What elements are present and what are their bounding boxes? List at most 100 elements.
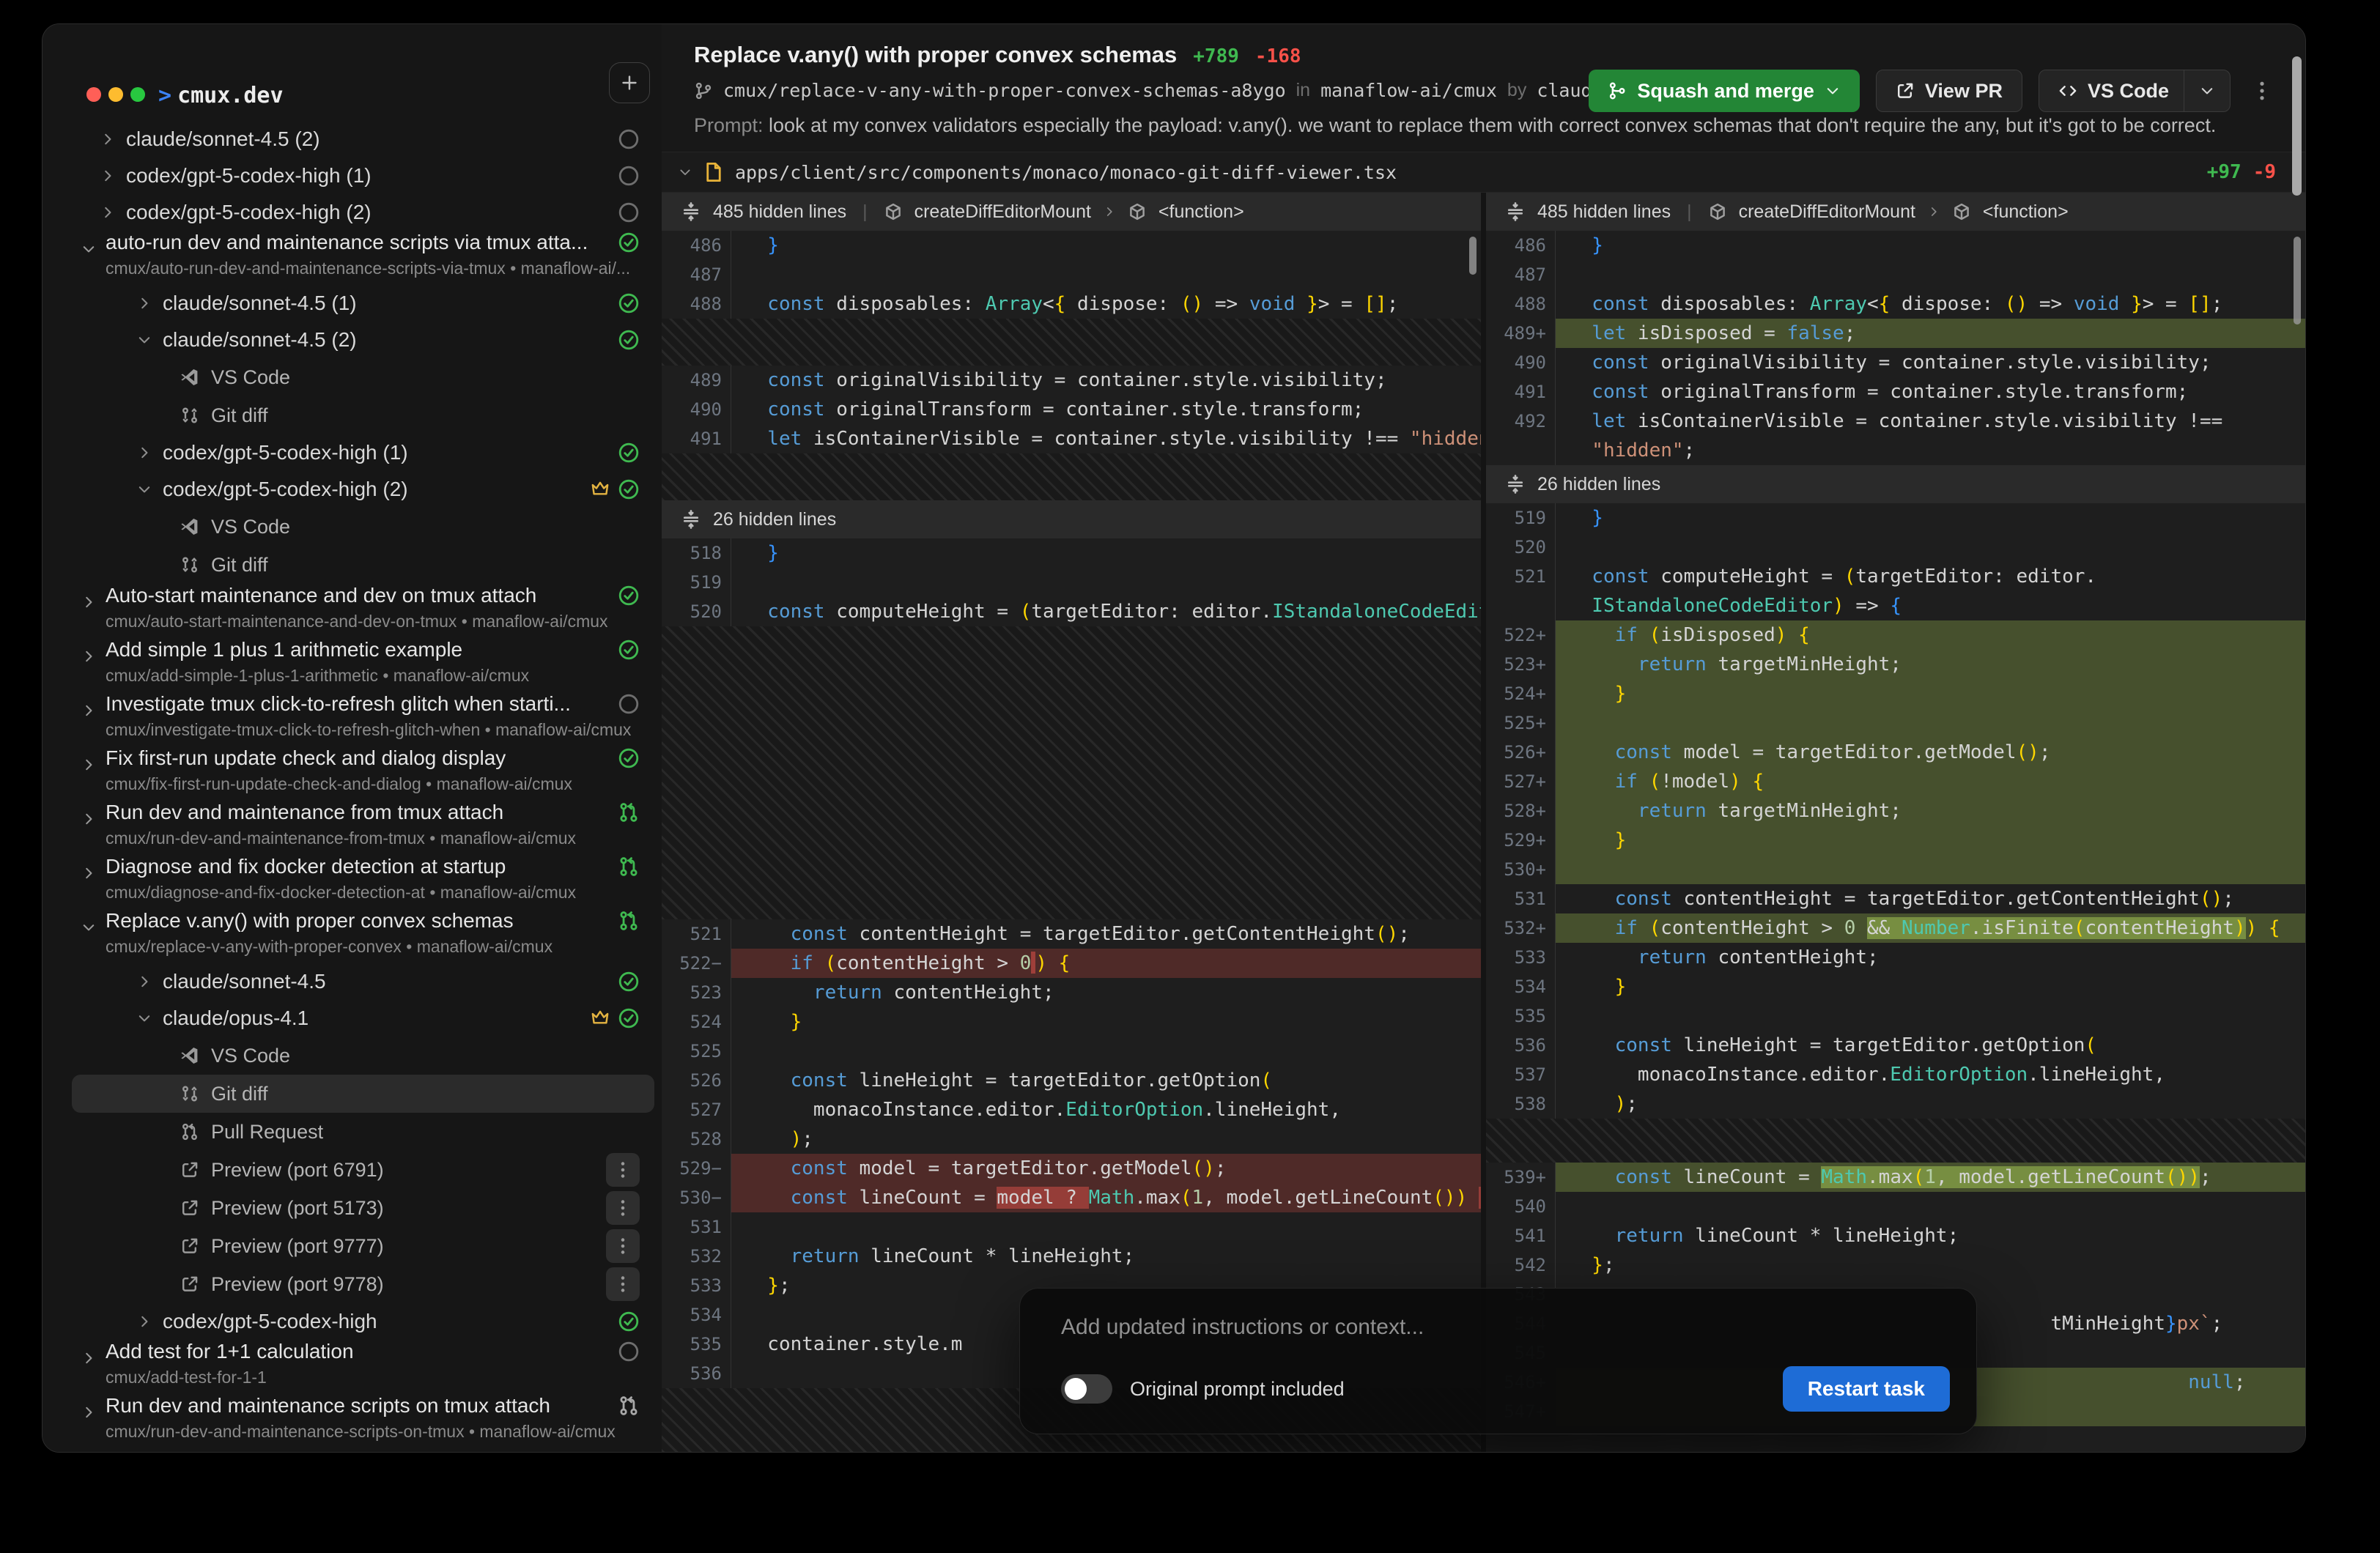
diff-code-line[interactable]: 536 const lineHeight = targetEditor.getO… xyxy=(1486,1031,2305,1060)
diff-code-line[interactable]: 520 const computeHeight = (targetEditor:… xyxy=(662,597,1481,626)
diff-code-line[interactable]: 488 const disposables: Array<{ dispose: … xyxy=(1486,289,2305,319)
diff-code-line[interactable]: 522+ if (isDisposed) { xyxy=(1486,620,2305,650)
diff-code-line[interactable]: 532+ if (contentHeight > 0 && Number.isF… xyxy=(1486,913,2305,943)
diff-code-line[interactable]: 487 xyxy=(662,260,1481,289)
chevron-right-icon[interactable] xyxy=(136,974,152,990)
diff-code-line[interactable]: 540 xyxy=(1486,1192,2305,1221)
sidebar-agent-item[interactable]: codex/gpt-5-codex-high (1) xyxy=(42,434,662,471)
chevron-down-icon[interactable] xyxy=(136,332,152,348)
header-overflow-menu-button[interactable] xyxy=(2251,80,2273,102)
chevron-right-icon[interactable] xyxy=(136,1313,152,1330)
chevron-down-icon[interactable] xyxy=(1825,83,1841,99)
diff-code-line[interactable]: 523+ return targetMinHeight; xyxy=(1486,650,2305,679)
sidebar-git-diff-item[interactable]: Git diff xyxy=(72,396,654,434)
sidebar-agent-item[interactable]: claude/sonnet-4.5 (2) xyxy=(42,322,662,358)
diff-code-line[interactable]: 522− if (contentHeight > 0) { xyxy=(662,949,1481,978)
chevron-right-icon[interactable] xyxy=(81,757,97,773)
diff-code-line[interactable]: 489+ let isDisposed = false; xyxy=(1486,319,2305,348)
diff-code-line[interactable]: 490 const originalVisibility = container… xyxy=(1486,348,2305,377)
sidebar-vs-code-item[interactable]: VS Code xyxy=(72,1037,654,1075)
sidebar-task-item[interactable]: Auto-start maintenance and dev on tmux a… xyxy=(42,584,662,638)
diff-code-line[interactable]: 534 } xyxy=(1486,972,2305,1001)
pane-scrollbar[interactable] xyxy=(2294,237,2301,325)
sidebar-git-diff-item[interactable]: Git diff xyxy=(72,1075,654,1113)
diff-code-line[interactable]: 518 } xyxy=(662,538,1481,568)
unfold-icon[interactable] xyxy=(1505,474,1526,494)
diff-code-line[interactable]: 491 const originalTransform = container.… xyxy=(1486,377,2305,407)
diff-code-line[interactable]: 532 return lineCount * lineHeight; xyxy=(662,1242,1481,1271)
diff-code-line[interactable]: 530+ xyxy=(1486,855,2305,884)
sidebar-agent-item[interactable]: claude/sonnet-4.5 xyxy=(42,963,662,1000)
sidebar-task-item[interactable]: Investigate tmux click-to-refresh glitch… xyxy=(42,692,662,746)
sidebar-preview-port-9778--item[interactable]: Preview (port 9778) xyxy=(72,1265,654,1303)
unfold-icon[interactable] xyxy=(681,509,701,530)
sidebar-task-item[interactable]: Add test for 1+1 calculationcmux/add-tes… xyxy=(42,1340,662,1394)
diff-code-line[interactable]: 531 xyxy=(662,1212,1481,1242)
preview-menu-button[interactable] xyxy=(606,1267,640,1301)
diff-pane-modified[interactable]: 485 hidden lines|createDiffEditorMount<f… xyxy=(1481,193,2305,1452)
diff-code-line[interactable]: 527+ if (!model) { xyxy=(1486,767,2305,796)
sidebar-preview-port-5173--item[interactable]: Preview (port 5173) xyxy=(72,1189,654,1227)
sidebar-vs-code-item[interactable]: VS Code xyxy=(72,358,654,396)
vscode-dropdown-button[interactable] xyxy=(2184,70,2230,111)
diff-code-line[interactable]: 526+ const model = targetEditor.getModel… xyxy=(1486,738,2305,767)
diff-code-line[interactable]: 490 const originalTransform = container.… xyxy=(662,395,1481,424)
diff-code-line[interactable]: 527 monacoInstance.editor.EditorOption.l… xyxy=(662,1095,1481,1124)
diff-code-line[interactable]: 525+ xyxy=(1486,708,2305,738)
diff-code-line[interactable]: 523 return contentHeight; xyxy=(662,978,1481,1007)
sidebar-task-item[interactable]: Run dev and maintenance scripts on tmux … xyxy=(42,1394,662,1448)
unfold-icon[interactable] xyxy=(681,201,701,222)
chevron-right-icon[interactable] xyxy=(100,168,116,184)
chevron-down-icon[interactable] xyxy=(136,1010,152,1026)
chevron-right-icon[interactable] xyxy=(81,594,97,610)
diff-code-line[interactable]: 486 } xyxy=(662,231,1481,260)
sidebar-task-item[interactable]: Run dev and maintenance from tmux attach… xyxy=(42,801,662,855)
diff-code-line[interactable]: 531 const contentHeight = targetEditor.g… xyxy=(1486,884,2305,913)
preview-menu-button[interactable] xyxy=(606,1229,640,1263)
diff-code-line[interactable]: 489 const originalVisibility = container… xyxy=(662,366,1481,395)
chevron-right-icon[interactable] xyxy=(100,204,116,220)
diff-code-line[interactable]: 524+ } xyxy=(1486,679,2305,708)
window-close-button[interactable] xyxy=(86,87,101,102)
sidebar-vs-code-item[interactable]: VS Code xyxy=(72,508,654,546)
preview-menu-button[interactable] xyxy=(606,1191,640,1225)
sidebar-agent-item[interactable]: codex/gpt-5-codex-high (2) xyxy=(42,194,662,231)
sidebar-preview-port-9777--item[interactable]: Preview (port 9777) xyxy=(72,1227,654,1265)
chevron-right-icon[interactable] xyxy=(136,295,152,311)
chevron-right-icon[interactable] xyxy=(100,131,116,147)
chevron-right-icon[interactable] xyxy=(81,811,97,827)
diff-code-line[interactable]: 519 xyxy=(662,568,1481,597)
hidden-lines-bar[interactable]: 485 hidden lines|createDiffEditorMount<f… xyxy=(662,193,1481,231)
diff-pane-original[interactable]: 485 hidden lines|createDiffEditorMount<f… xyxy=(662,193,1481,1452)
sidebar-task-item[interactable]: auto-run dev and maintenance scripts via… xyxy=(42,231,662,285)
sidebar-task-item[interactable]: Fix first-run update check and dialog di… xyxy=(42,746,662,801)
hidden-lines-bar[interactable]: 26 hidden lines xyxy=(662,500,1481,538)
diff-code-line[interactable]: 520 xyxy=(1486,533,2305,562)
diff-code-line[interactable]: 526 const lineHeight = targetEditor.getO… xyxy=(662,1066,1481,1095)
diff-code-line[interactable]: 521 const contentHeight = targetEditor.g… xyxy=(662,919,1481,949)
new-task-button[interactable] xyxy=(609,62,650,103)
diff-code-line[interactable]: IStandaloneCodeEditor) => { xyxy=(1486,591,2305,620)
chevron-right-icon[interactable] xyxy=(81,703,97,719)
hidden-lines-bar[interactable]: 485 hidden lines|createDiffEditorMount<f… xyxy=(1486,193,2305,231)
sidebar-git-diff-item[interactable]: Git diff xyxy=(72,546,654,584)
diff-code-line[interactable]: 542 }; xyxy=(1486,1250,2305,1280)
file-header[interactable]: apps/client/src/components/monaco/monaco… xyxy=(662,152,2305,193)
diff-code-line[interactable]: 528+ return targetMinHeight; xyxy=(1486,796,2305,826)
chevron-down-icon[interactable] xyxy=(136,481,152,497)
window-minimize-button[interactable] xyxy=(108,87,123,102)
pane-scrollbar[interactable] xyxy=(1469,237,1477,275)
vscode-button[interactable]: VS Code xyxy=(2039,70,2231,112)
window-zoom-button[interactable] xyxy=(130,87,145,102)
diff-code-line[interactable]: 492 let isContainerVisible = container.s… xyxy=(1486,407,2305,436)
chevron-down-icon[interactable] xyxy=(81,241,97,257)
diff-code-line[interactable]: 539+ const lineCount = Math.max(1, model… xyxy=(1486,1163,2305,1192)
chevron-down-icon[interactable] xyxy=(81,919,97,935)
sidebar-preview-port-6791--item[interactable]: Preview (port 6791) xyxy=(72,1151,654,1189)
hidden-lines-bar[interactable]: 26 hidden lines xyxy=(1486,465,2305,503)
diff-code-line[interactable]: 519 } xyxy=(1486,503,2305,533)
sidebar-agent-item[interactable]: codex/gpt-5-codex-high (1) xyxy=(42,157,662,194)
diff-code-line[interactable]: 524 } xyxy=(662,1007,1481,1037)
diff-code-line[interactable]: 541 return lineCount * lineHeight; xyxy=(1486,1221,2305,1250)
sidebar-agent-item[interactable]: claude/sonnet-4.5 (2) xyxy=(42,121,662,157)
